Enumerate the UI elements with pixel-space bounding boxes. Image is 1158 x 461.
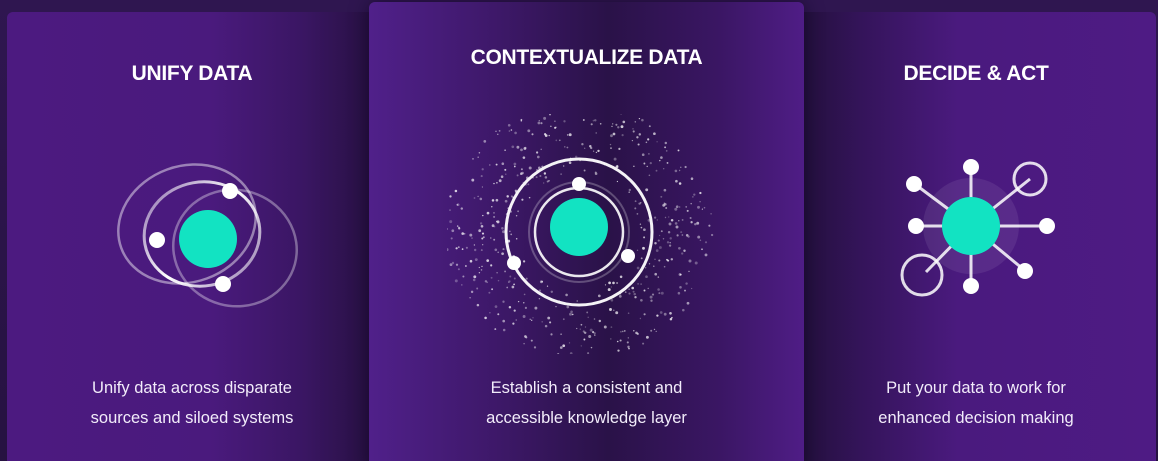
card-description-line: Establish a consistent and: [490, 379, 683, 397]
card-description-line: Put your data to work for: [886, 379, 1066, 397]
card-title: UNIFY DATA: [131, 62, 253, 85]
card-description-line: enhanced decision making: [878, 409, 1074, 427]
card-description: Put your data to work for enhanced decis…: [796, 373, 1156, 433]
card-description: Unify data across disparate sources and …: [7, 373, 377, 433]
feature-section: UNIFY DATA Unify data across disparate s…: [0, 0, 1158, 461]
card-description-line: sources and siloed systems: [90, 409, 294, 427]
card-description: Establish a consistent and accessible kn…: [369, 373, 804, 433]
card-title: CONTEXTUALIZE DATA: [470, 46, 703, 69]
card-title: DECIDE & ACT: [903, 62, 1049, 85]
orbit-rings-icon: [117, 163, 298, 308]
network-nodes-icon: [900, 159, 1055, 297]
particle-orbit-icon: [447, 114, 714, 354]
card-description-line: Unify data across disparate: [92, 379, 292, 397]
feature-card-decide: DECIDE & ACT Put your data to work for e…: [796, 12, 1156, 461]
card-description-line: accessible knowledge layer: [486, 409, 687, 427]
feature-card-unify: UNIFY DATA Unify data across disparate s…: [7, 12, 377, 461]
feature-card-contextualize: CONTEXTUALIZE DATA Establish a consisten…: [369, 2, 804, 461]
